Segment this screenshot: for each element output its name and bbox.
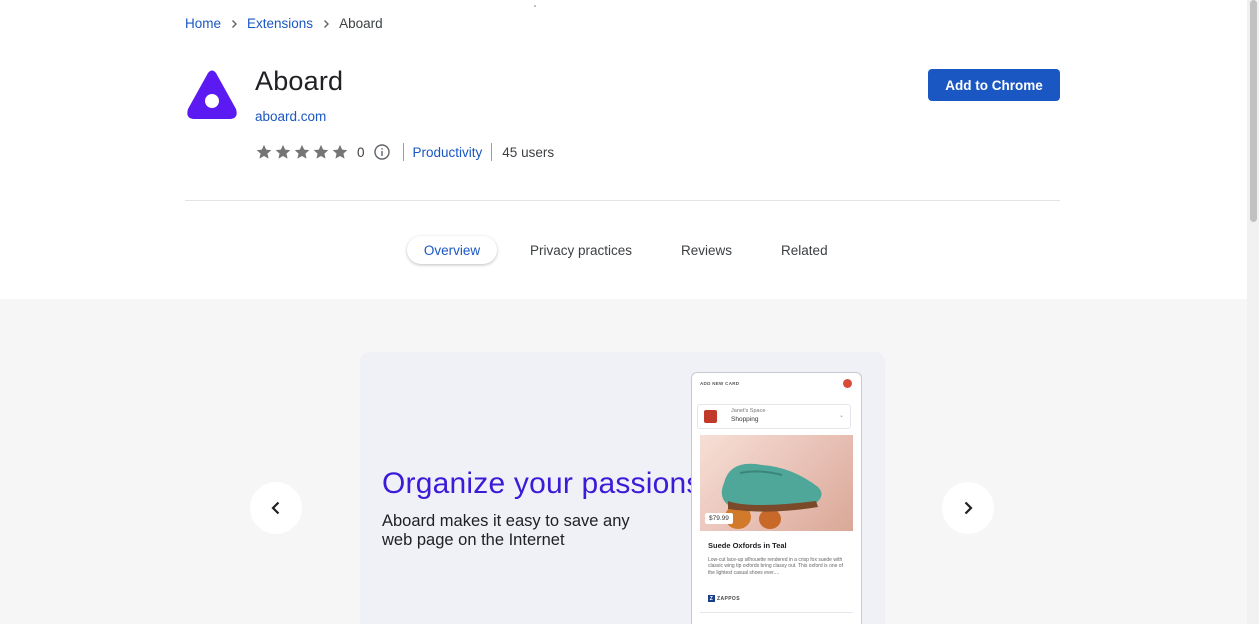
price-tag: $79.99 bbox=[705, 513, 733, 524]
scrollbar-thumb[interactable] bbox=[1250, 0, 1257, 222]
divider bbox=[491, 143, 493, 161]
star-icon bbox=[294, 144, 310, 159]
tab-privacy-practices[interactable]: Privacy practices bbox=[530, 243, 632, 258]
divider bbox=[402, 143, 404, 161]
mockup-header: ADD NEW CARD bbox=[700, 381, 740, 386]
mockup-collection: Shopping bbox=[731, 416, 759, 423]
chevron-left-icon bbox=[271, 501, 280, 515]
extension-title: Aboard bbox=[255, 66, 344, 96]
chevron-down-icon: ⌄ bbox=[838, 413, 844, 419]
divider bbox=[700, 612, 853, 613]
tab-reviews[interactable]: Reviews bbox=[681, 243, 732, 258]
extension-site-link[interactable]: aboard.com bbox=[255, 109, 326, 124]
gallery-prev-button[interactable] bbox=[250, 482, 302, 534]
add-to-chrome-button[interactable]: Add to Chrome bbox=[928, 69, 1060, 101]
tab-overview[interactable]: Overview bbox=[407, 236, 497, 264]
avatar bbox=[843, 379, 852, 388]
breadcrumb-extensions-link[interactable]: Extensions bbox=[247, 16, 313, 31]
product-title: Suede Oxfords in Teal bbox=[708, 541, 787, 550]
extension-detail-page: Home Extensions Aboard Aboard aboard.com… bbox=[0, 0, 1259, 624]
category-link[interactable]: Productivity bbox=[413, 145, 483, 160]
tab-related[interactable]: Related bbox=[781, 243, 828, 258]
mockup-space-selector: Janet's Space Shopping ⌄ bbox=[697, 404, 851, 429]
space-icon bbox=[704, 410, 717, 423]
info-icon[interactable] bbox=[373, 143, 391, 161]
star-icon bbox=[275, 144, 291, 159]
product-brand: Z ZAPPOS bbox=[708, 595, 740, 602]
rating-count: 0 bbox=[357, 144, 365, 160]
chevron-right-icon bbox=[221, 19, 247, 29]
detail-tabs: Overview Privacy practices Reviews Relat… bbox=[407, 236, 828, 264]
aboard-logo-icon bbox=[186, 69, 238, 121]
rating-stars bbox=[255, 143, 349, 161]
chevron-right-icon bbox=[964, 501, 973, 515]
gallery-slide: Organize your passions. Aboard makes it … bbox=[360, 352, 885, 624]
gallery-next-button[interactable] bbox=[942, 482, 994, 534]
slide-subtext: Aboard makes it easy to save any web pag… bbox=[382, 512, 630, 549]
mockup-space-label: Janet's Space bbox=[731, 408, 766, 414]
slide-heading: Organize your passions. bbox=[382, 467, 711, 500]
brand-label: ZAPPOS bbox=[717, 595, 740, 602]
header-divider bbox=[185, 200, 1060, 201]
star-icon bbox=[313, 144, 329, 159]
user-count: 45 users bbox=[502, 144, 555, 160]
breadcrumb: Home Extensions Aboard bbox=[185, 16, 383, 31]
screenshot-gallery: Organize your passions. Aboard makes it … bbox=[0, 299, 1247, 624]
product-description: Low-cut lace-up silhouette rendered in a… bbox=[708, 557, 843, 576]
star-icon bbox=[256, 144, 272, 159]
star-icon bbox=[332, 144, 348, 159]
extension-meta-row: 0 Productivity 45 users bbox=[255, 141, 554, 163]
top-dot bbox=[534, 5, 536, 7]
brand-icon: Z bbox=[708, 595, 715, 602]
breadcrumb-home-link[interactable]: Home bbox=[185, 16, 221, 31]
phone-mockup: ADD NEW CARD Janet's Space Shopping ⌄ $7… bbox=[691, 372, 862, 624]
chevron-right-icon bbox=[313, 19, 339, 29]
breadcrumb-current: Aboard bbox=[339, 16, 383, 31]
